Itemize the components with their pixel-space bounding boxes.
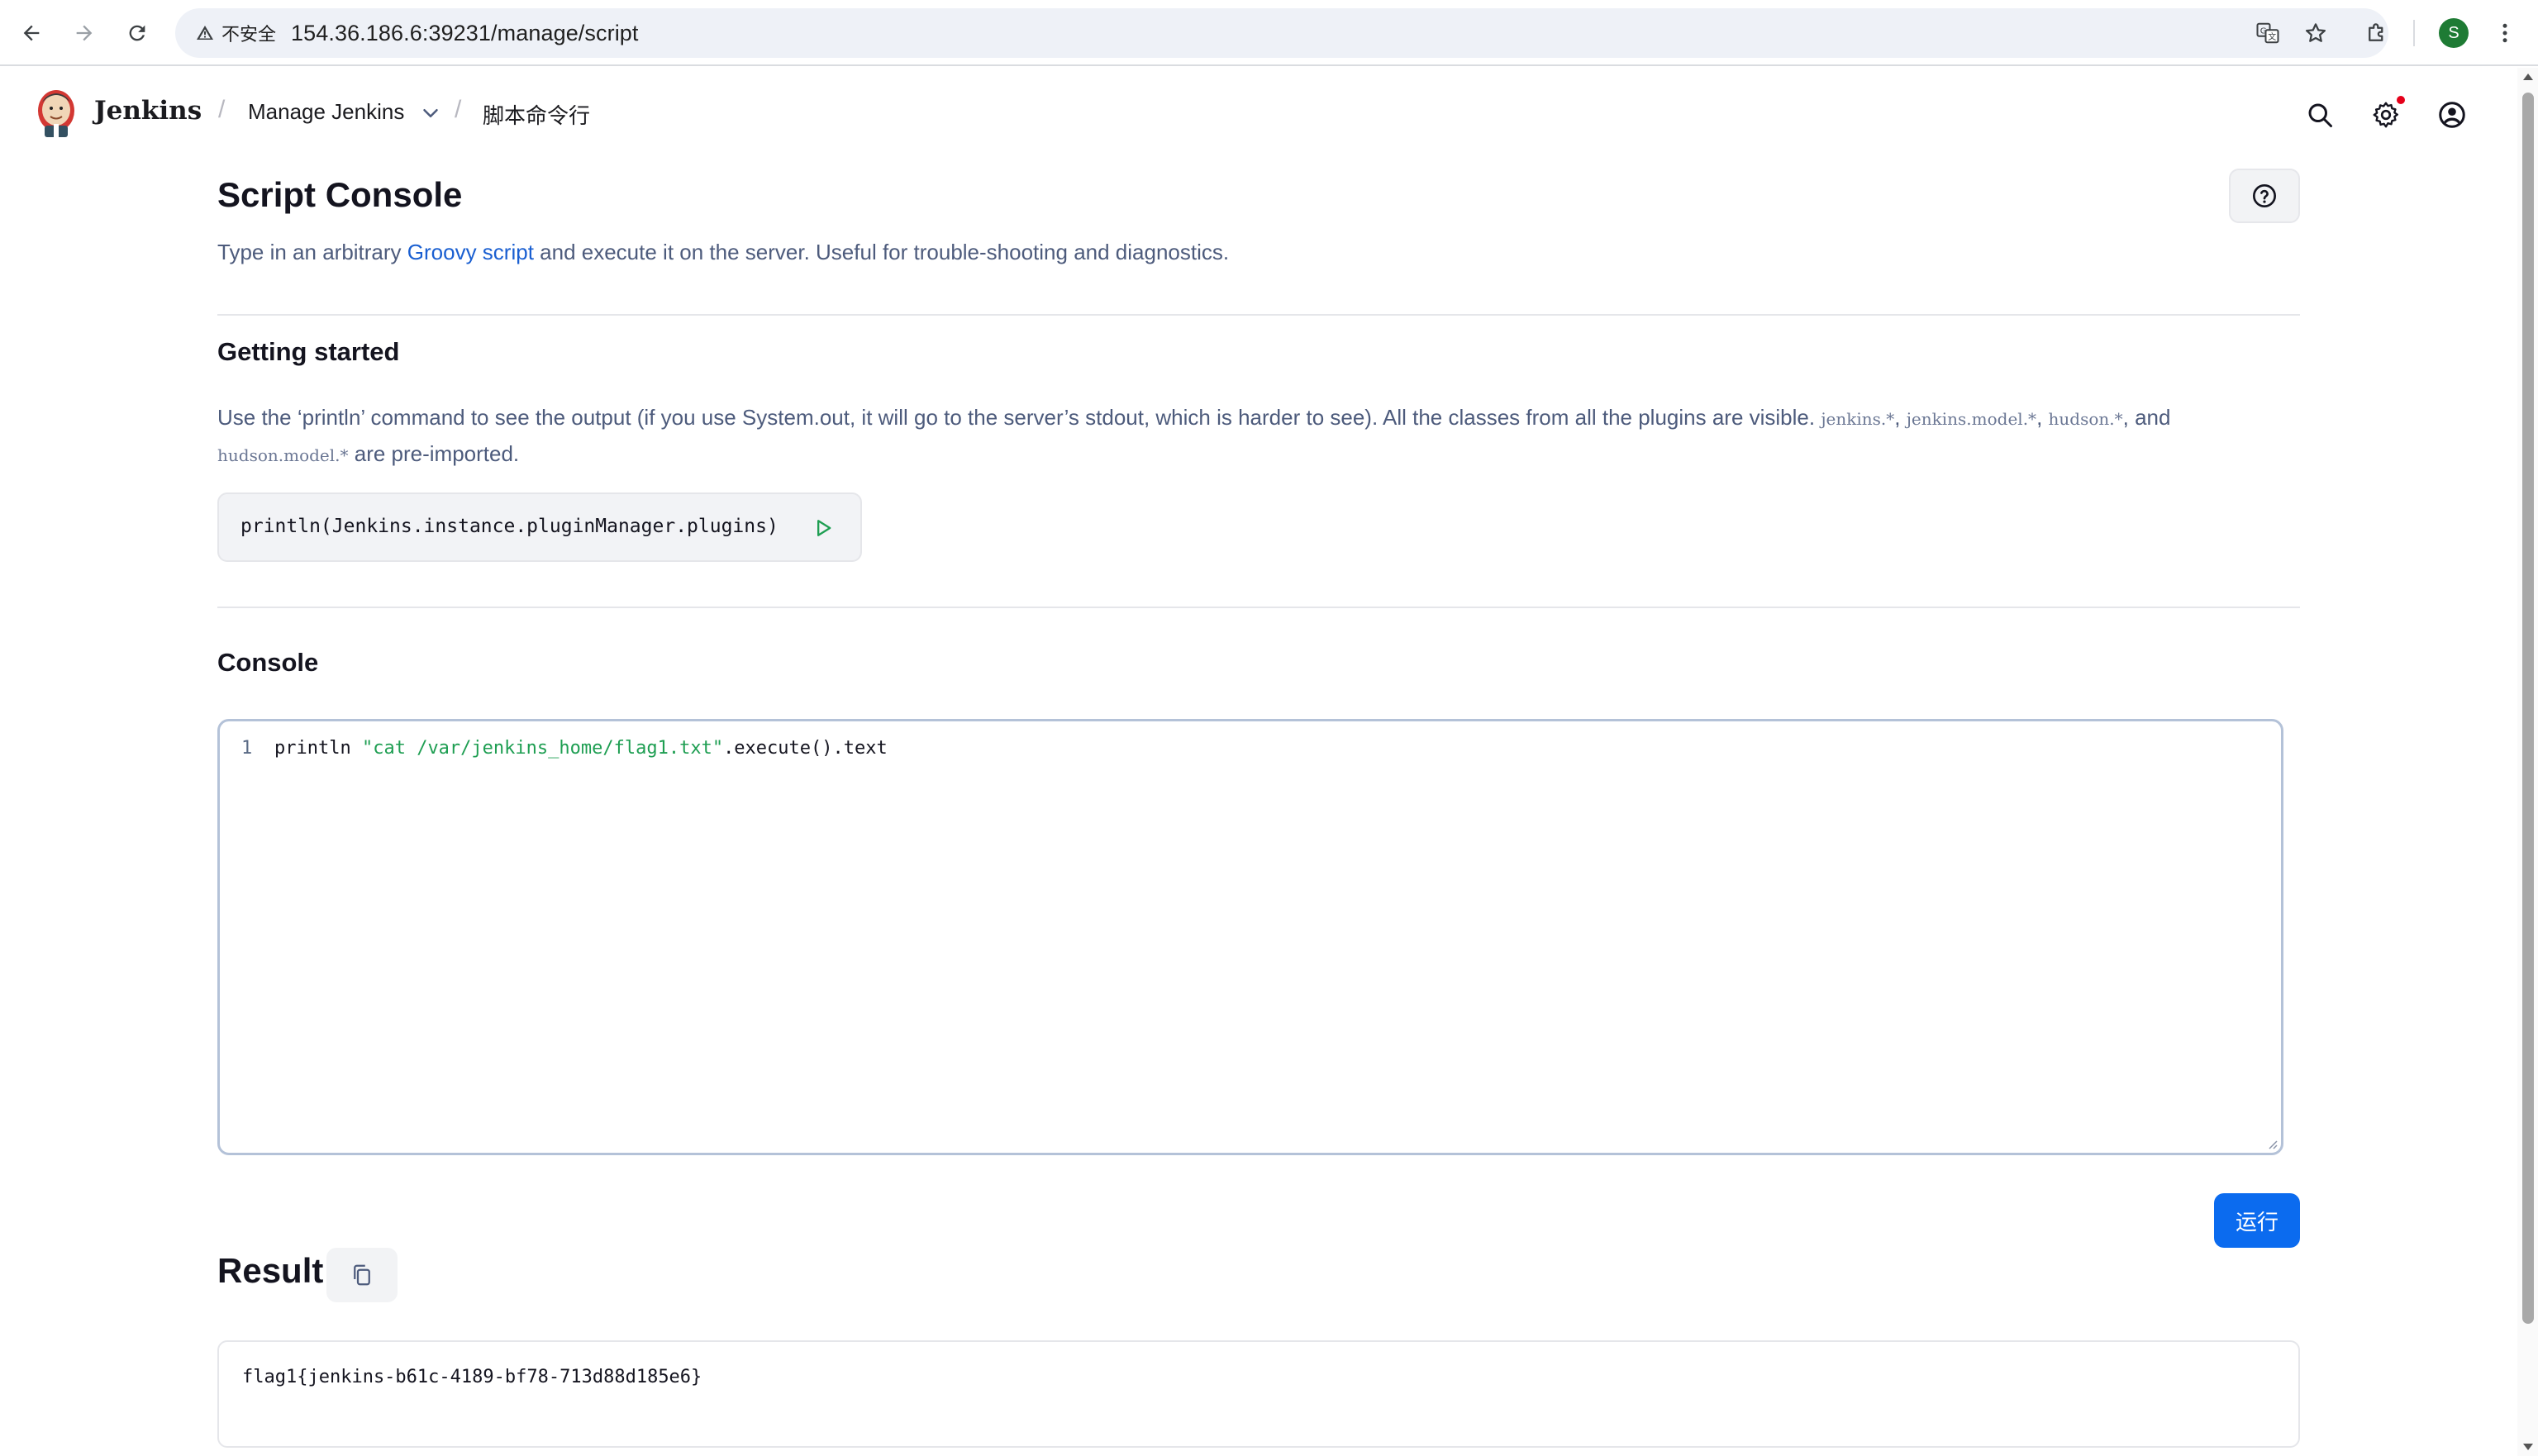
description-prefix: Type in an arbitrary <box>217 240 407 264</box>
getting-started-heading: Getting started <box>217 337 400 366</box>
copy-result-button[interactable] <box>326 1248 398 1302</box>
script-editor[interactable]: 1 println "cat /var/jenkins_home/flag1.t… <box>217 719 2283 1155</box>
arrow-right-icon <box>76 25 93 41</box>
puzzle-icon <box>2369 23 2383 41</box>
jenkins-header: Jenkins / Manage Jenkins / 脚本命令行 <box>0 68 2512 160</box>
groovy-script-link[interactable]: Groovy script <box>407 240 534 264</box>
copy-icon <box>354 1264 370 1286</box>
translate-icon: G 文 <box>2256 22 2279 44</box>
package-jenkins-model: jenkins.model.* <box>1906 409 2037 429</box>
breadcrumb-manage-jenkins[interactable]: Manage Jenkins <box>248 99 404 125</box>
divider <box>217 607 2300 608</box>
reload-button[interactable] <box>121 17 154 50</box>
package-hudson-model: hudson.model.* <box>217 445 349 465</box>
getting-started-text-1: Use the ‘println’ command to see the out… <box>217 405 1821 430</box>
page-scrollbar[interactable] <box>2517 68 2538 1456</box>
forward-button[interactable] <box>68 17 101 50</box>
browser-menu-button[interactable] <box>2493 15 2517 51</box>
code-line[interactable]: println "cat /var/jenkins_home/flag1.txt… <box>274 738 888 759</box>
code-keyword: println <box>274 738 362 759</box>
svg-text:文: 文 <box>2268 31 2276 42</box>
help-button[interactable] <box>2229 169 2300 223</box>
address-bar[interactable]: 不安全 154.36.186.6:39231/manage/script G 文 <box>175 8 2388 58</box>
console-heading: Console <box>217 648 319 677</box>
play-icon <box>817 520 831 536</box>
divider <box>217 314 2300 316</box>
getting-started-text-2: are pre-imported. <box>348 441 520 466</box>
run-button[interactable]: 运行 <box>2214 1193 2300 1248</box>
separator: , <box>1894 405 1907 430</box>
package-jenkins: jenkins.* <box>1821 409 1895 429</box>
description-suffix: and execute it on the server. Useful for… <box>533 240 1230 264</box>
scroll-up-icon[interactable] <box>2521 71 2535 83</box>
search-icon <box>2308 103 2332 127</box>
example-code: println(Jenkins.instance.pluginManager.p… <box>240 516 779 537</box>
translate-button[interactable]: G 文 <box>2255 20 2281 46</box>
result-text[interactable]: flag1{jenkins-b61c-4189-bf78-713d88d185e… <box>242 1367 702 1387</box>
breadcrumb-separator: / <box>455 96 462 123</box>
profile-avatar[interactable]: S <box>2439 18 2469 48</box>
notification-badge <box>2397 96 2405 104</box>
example-snippet: println(Jenkins.instance.pluginManager.p… <box>217 492 862 562</box>
scrollbar-thumb[interactable] <box>2522 93 2534 1324</box>
page-description: Type in an arbitrary Groovy script and e… <box>217 240 1229 265</box>
browser-toolbar: 不安全 154.36.186.6:39231/manage/script G 文… <box>0 0 2538 66</box>
security-indicator[interactable]: 不安全 <box>185 15 289 51</box>
getting-started-text: Use the ‘println’ command to see the out… <box>217 400 2300 473</box>
resize-handle-icon[interactable] <box>2266 1138 2278 1149</box>
package-hudson: hudson.* <box>2048 409 2123 429</box>
search-button[interactable] <box>2301 96 2339 134</box>
url-text[interactable]: 154.36.186.6:39231/manage/script <box>291 21 639 46</box>
result-heading: Result <box>217 1251 324 1290</box>
page-title: Script Console <box>217 175 463 214</box>
star-icon <box>2306 23 2326 42</box>
code-string: "cat /var/jenkins_home/flag1.txt" <box>361 738 724 759</box>
separator: , and <box>2122 405 2171 430</box>
reload-icon <box>129 25 145 41</box>
chevron-down-icon[interactable] <box>418 101 443 126</box>
jenkins-logo-icon[interactable] <box>33 86 79 140</box>
gear-icon <box>2373 102 2398 128</box>
breadcrumb-separator: / <box>218 96 226 123</box>
security-label: 不安全 <box>221 24 277 45</box>
brand-name[interactable]: Jenkins <box>94 96 202 126</box>
line-number: 1 <box>241 738 253 759</box>
arrow-left-icon <box>23 25 40 41</box>
user-menu-button[interactable] <box>2433 96 2471 134</box>
toolbar-divider <box>2413 20 2415 46</box>
code-call: .execute().text <box>723 738 888 759</box>
bookmark-button[interactable] <box>2302 20 2329 46</box>
separator: , <box>2036 405 2049 430</box>
result-output: flag1{jenkins-b61c-4189-bf78-713d88d185e… <box>217 1340 2300 1448</box>
breadcrumb-script-console[interactable]: 脚本命令行 <box>483 99 590 130</box>
warning-icon <box>197 26 213 40</box>
user-icon <box>2439 102 2465 128</box>
scroll-down-icon[interactable] <box>2521 1441 2535 1453</box>
more-vert-icon <box>2502 23 2507 43</box>
extensions-button[interactable] <box>2359 15 2395 51</box>
back-button[interactable] <box>15 17 48 50</box>
run-example-button[interactable] <box>809 514 837 542</box>
help-icon <box>2253 184 2276 207</box>
